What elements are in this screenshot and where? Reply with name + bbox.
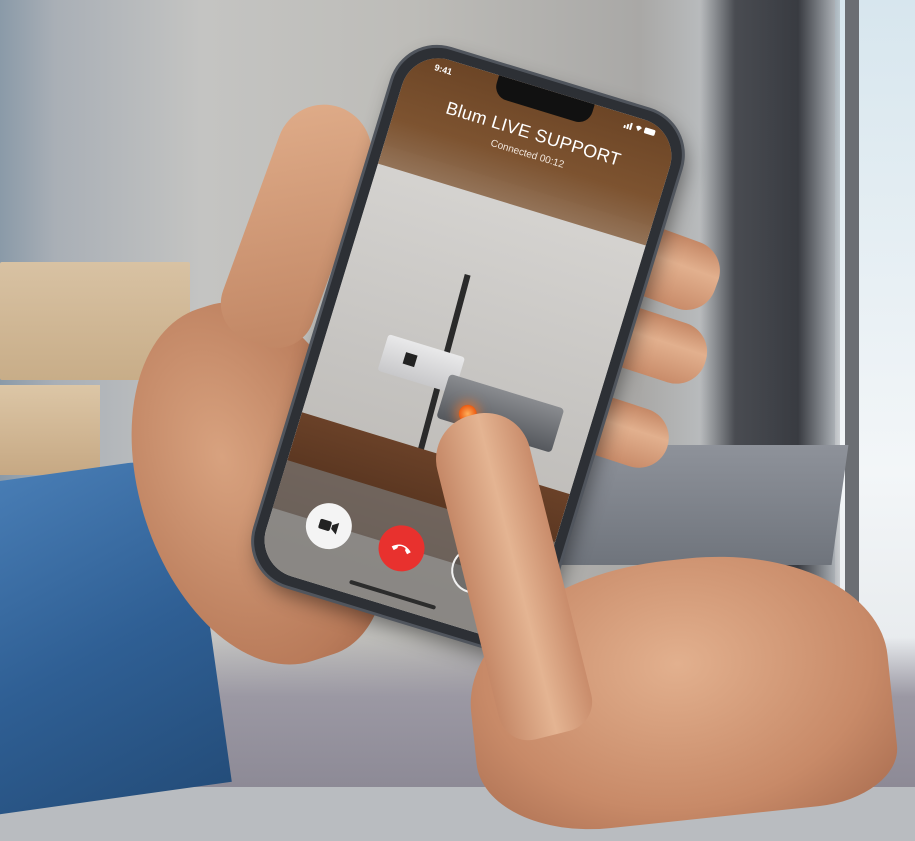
video-camera-icon [318, 518, 340, 535]
countertop [551, 445, 849, 565]
battery-icon [623, 122, 656, 136]
end-call-icon [391, 544, 411, 555]
status-icons [623, 120, 658, 140]
end-call-button[interactable] [372, 519, 431, 578]
status-time: 9:41 [433, 62, 454, 78]
video-toggle-button[interactable] [300, 497, 358, 555]
cardboard-box-bottom [0, 385, 100, 475]
